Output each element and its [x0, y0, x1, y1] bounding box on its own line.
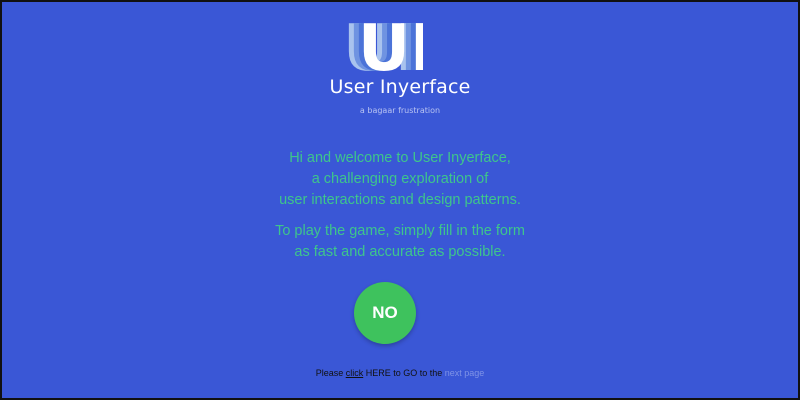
app-subtitle: a bagaar frustration [359, 106, 441, 115]
instructions-line: To play the game, simply fill in the for… [275, 223, 525, 239]
intro-line: a challenging exploration of [311, 171, 489, 187]
ui-logo: UI UI UI UI [343, 21, 423, 72]
app-title: User Inyerface [329, 76, 471, 98]
no-button[interactable]: NO [354, 282, 416, 344]
footer-text: Please click HERE to GO to the next page [2, 368, 798, 378]
instructions-text: To play the game, simply fill in the for… [2, 221, 798, 263]
intro-line: Hi and welcome to User Inyerface, [289, 150, 511, 166]
intro-line: user interactions and design patterns. [279, 192, 521, 208]
instructions-line: as fast and accurate as possible. [294, 244, 506, 260]
next-page-link[interactable]: next page [445, 368, 485, 378]
logo-letters: UI [358, 21, 423, 72]
footer-text-middle: HERE to GO to the [363, 368, 445, 378]
intro-text: Hi and welcome to User Inyerface, a chal… [2, 148, 798, 211]
page-frame: UI UI UI UI User Inyerface a bagaar frus… [0, 0, 800, 400]
footer-text-before: Please [315, 368, 346, 378]
click-link[interactable]: click [346, 368, 364, 378]
